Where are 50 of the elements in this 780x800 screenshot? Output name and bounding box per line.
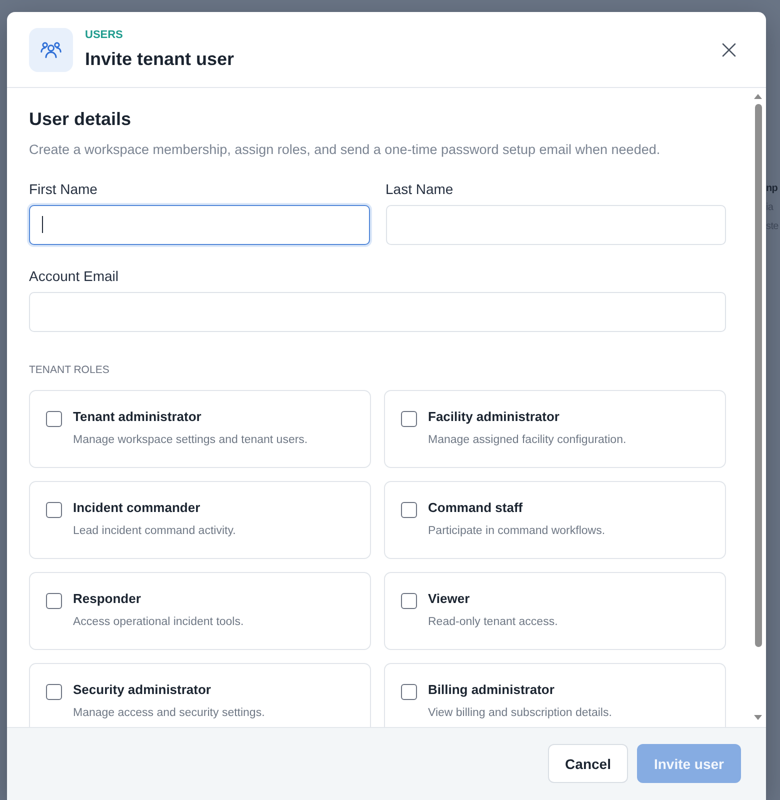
role-card[interactable]: Viewer Read-only tenant access. — [384, 572, 726, 650]
checkbox[interactable] — [46, 684, 62, 700]
section-title: User details — [29, 108, 132, 130]
checkbox[interactable] — [401, 502, 417, 518]
role-card[interactable]: Billing administrator View billing and subscription details. — [384, 663, 726, 727]
text-field[interactable] — [29, 205, 370, 245]
role-description: Manage workspace settings and tenant users. — [73, 433, 308, 448]
role-description: View billing and subscription details. — [428, 706, 612, 721]
checkbox[interactable] — [401, 684, 417, 700]
scroll-up-icon[interactable] — [754, 94, 762, 99]
background-text: np — [766, 182, 779, 195]
role-title: Viewer — [428, 590, 470, 608]
section-description: Create a workspace membership, assign roles, and send a one-time password setup email when needed. — [29, 141, 660, 159]
checkbox[interactable] — [46, 593, 62, 609]
role-description: Access operational incident tools. — [73, 615, 244, 630]
role-title: Facility administrator — [428, 408, 560, 426]
roles-heading: TENANT ROLES — [29, 363, 110, 377]
dialog-eyebrow: USERS — [85, 29, 123, 42]
checkbox[interactable] — [401, 593, 417, 609]
checkbox[interactable] — [401, 411, 417, 427]
role-title: Tenant administrator — [73, 408, 202, 426]
users-icon — [29, 28, 73, 72]
role-title: Responder — [73, 590, 141, 608]
role-card[interactable]: Facility administrator Manage assigned facility configuration. — [384, 390, 726, 468]
text-cursor-icon — [42, 216, 43, 233]
dialog-title: Invite tenant user — [85, 49, 234, 70]
role-description: Participate in command workflows. — [428, 524, 606, 539]
scrollbar-thumb[interactable] — [754, 104, 762, 647]
cancel-button[interactable]: Cancel — [548, 744, 628, 783]
role-card[interactable]: Tenant administrator Manage workspace settings and tenant users. — [29, 390, 371, 468]
role-card[interactable]: Security administrator Manage access and security settings. — [29, 663, 371, 727]
checkbox[interactable] — [46, 411, 62, 427]
field-label: Account Email — [29, 267, 118, 285]
role-description: Manage access and security settings. — [73, 706, 265, 721]
scroll-down-icon[interactable] — [754, 715, 762, 720]
role-description: Manage assigned facility configuration. — [428, 433, 626, 448]
checkbox[interactable] — [46, 502, 62, 518]
role-description: Read-only tenant access. — [428, 615, 558, 630]
close-button[interactable] — [720, 40, 738, 58]
role-title: Billing administrator — [428, 681, 554, 699]
role-description: Lead incident command activity. — [73, 524, 236, 539]
field-label: Last Name — [386, 180, 454, 198]
role-card[interactable]: Command staff Participate in command workflows. — [384, 481, 726, 559]
role-title: Command staff — [428, 499, 523, 517]
role-title: Incident commander — [73, 499, 200, 517]
role-card[interactable]: Responder Access operational incident tools. — [29, 572, 371, 650]
role-card[interactable]: Incident commander Lead incident command activity. — [29, 481, 371, 559]
role-title: Security administrator — [73, 681, 211, 699]
close-icon — [722, 42, 736, 56]
field-label: First Name — [29, 180, 98, 198]
